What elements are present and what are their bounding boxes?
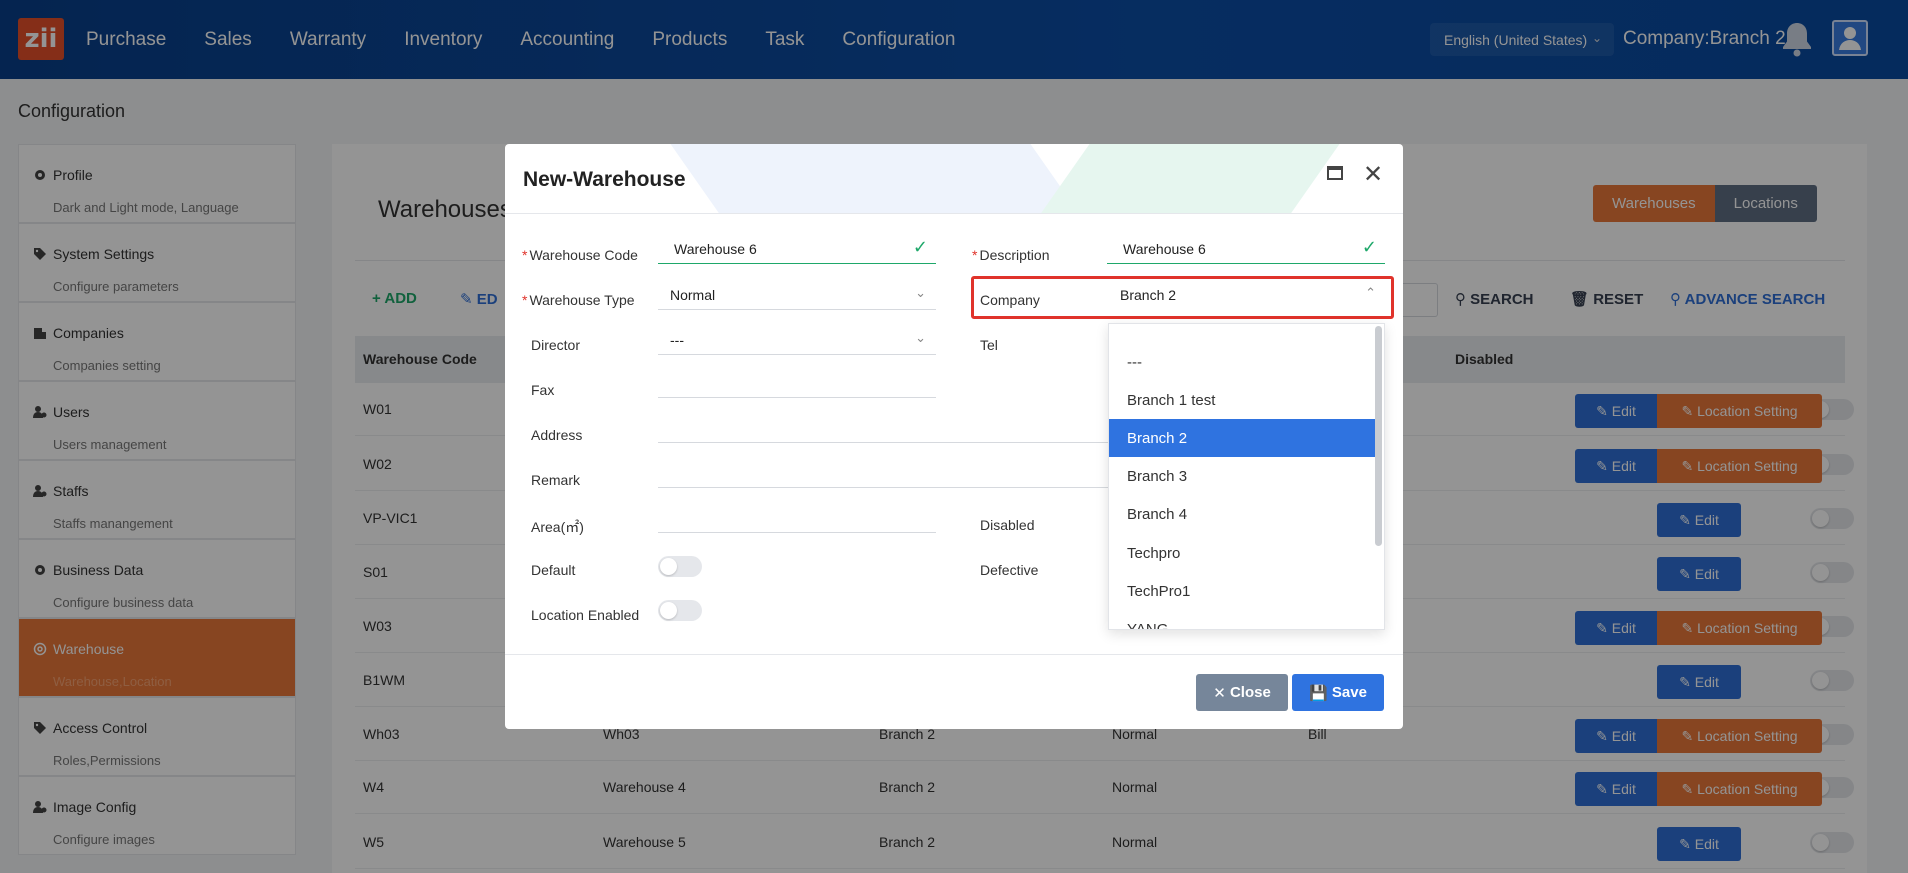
company-highlight [971,276,1394,319]
check-icon: ✓ [1361,237,1377,257]
warehouse-code-label: * Warehouse Code [522,247,638,263]
defective-label: Defective [980,562,1039,578]
save-label: Save [1331,684,1367,701]
company-option[interactable]: --- [1109,343,1377,381]
modal-footer-divider [505,654,1403,655]
company-option[interactable]: YANG [1109,610,1377,629]
modal-title: New-Warehouse [523,168,686,191]
warehouse-type-value: Normal [670,287,716,303]
description-value: Warehouse 6 [1123,241,1206,257]
director-value: --- [670,332,684,348]
director-label: Director [531,337,581,353]
default-label: Default [531,562,576,578]
area-input[interactable] [658,503,936,533]
company-option[interactable]: Branch 4 [1109,495,1377,533]
warehouse-code-input[interactable]: Warehouse 6 ✓ [658,234,936,264]
remark-input[interactable] [658,458,1108,488]
location-enabled-toggle[interactable] [658,600,702,621]
company-option[interactable]: Branch 3 [1109,457,1377,495]
header-decoration [1040,144,1340,213]
description-label: * Description [972,247,1050,263]
fax-label: Fax [531,382,555,398]
close-label: Close [1229,684,1271,701]
company-option[interactable]: Branch 1 test [1109,381,1377,419]
maximize-icon[interactable] [1327,166,1343,180]
warehouse-code-value: Warehouse 6 [674,241,757,257]
disabled-label: Disabled [980,517,1035,533]
warehouse-type-label: * Warehouse Type [522,292,635,308]
area-label: Area(㎡) [531,519,584,535]
address-input[interactable] [658,413,1108,443]
save-icon: 💾 [1309,684,1332,702]
address-label: Address [531,427,583,443]
description-input[interactable]: Warehouse 6 ✓ [1107,234,1385,264]
remark-label: Remark [531,472,581,488]
company-option-selected[interactable]: Branch 2 [1109,419,1377,457]
tel-label: Tel [980,337,998,353]
chevron-down-icon: ⌄ [915,330,926,345]
modal-header: New-Warehouse ✕ [505,144,1403,214]
warehouse-type-select[interactable]: Normal ⌄ [658,280,936,310]
director-select[interactable]: --- ⌄ [658,325,936,355]
close-icon: ✕ [1213,684,1230,702]
header-decoration [670,144,1080,213]
location-enabled-label: Location Enabled [531,607,640,623]
fax-input[interactable] [658,368,936,398]
company-option[interactable]: TechPro1 [1109,572,1377,610]
close-button[interactable]: ✕ Close [1196,674,1288,711]
company-dropdown: --- Branch 1 test Branch 2 Branch 3 Bran… [1108,323,1385,630]
company-option[interactable]: Techpro [1109,534,1377,572]
chevron-down-icon: ⌄ [915,285,926,300]
close-icon[interactable]: ✕ [1363,160,1383,189]
save-button[interactable]: 💾 Save [1292,674,1384,711]
check-icon: ✓ [912,237,928,257]
dropdown-scrollbar[interactable] [1375,326,1382,546]
default-toggle[interactable] [658,556,702,577]
